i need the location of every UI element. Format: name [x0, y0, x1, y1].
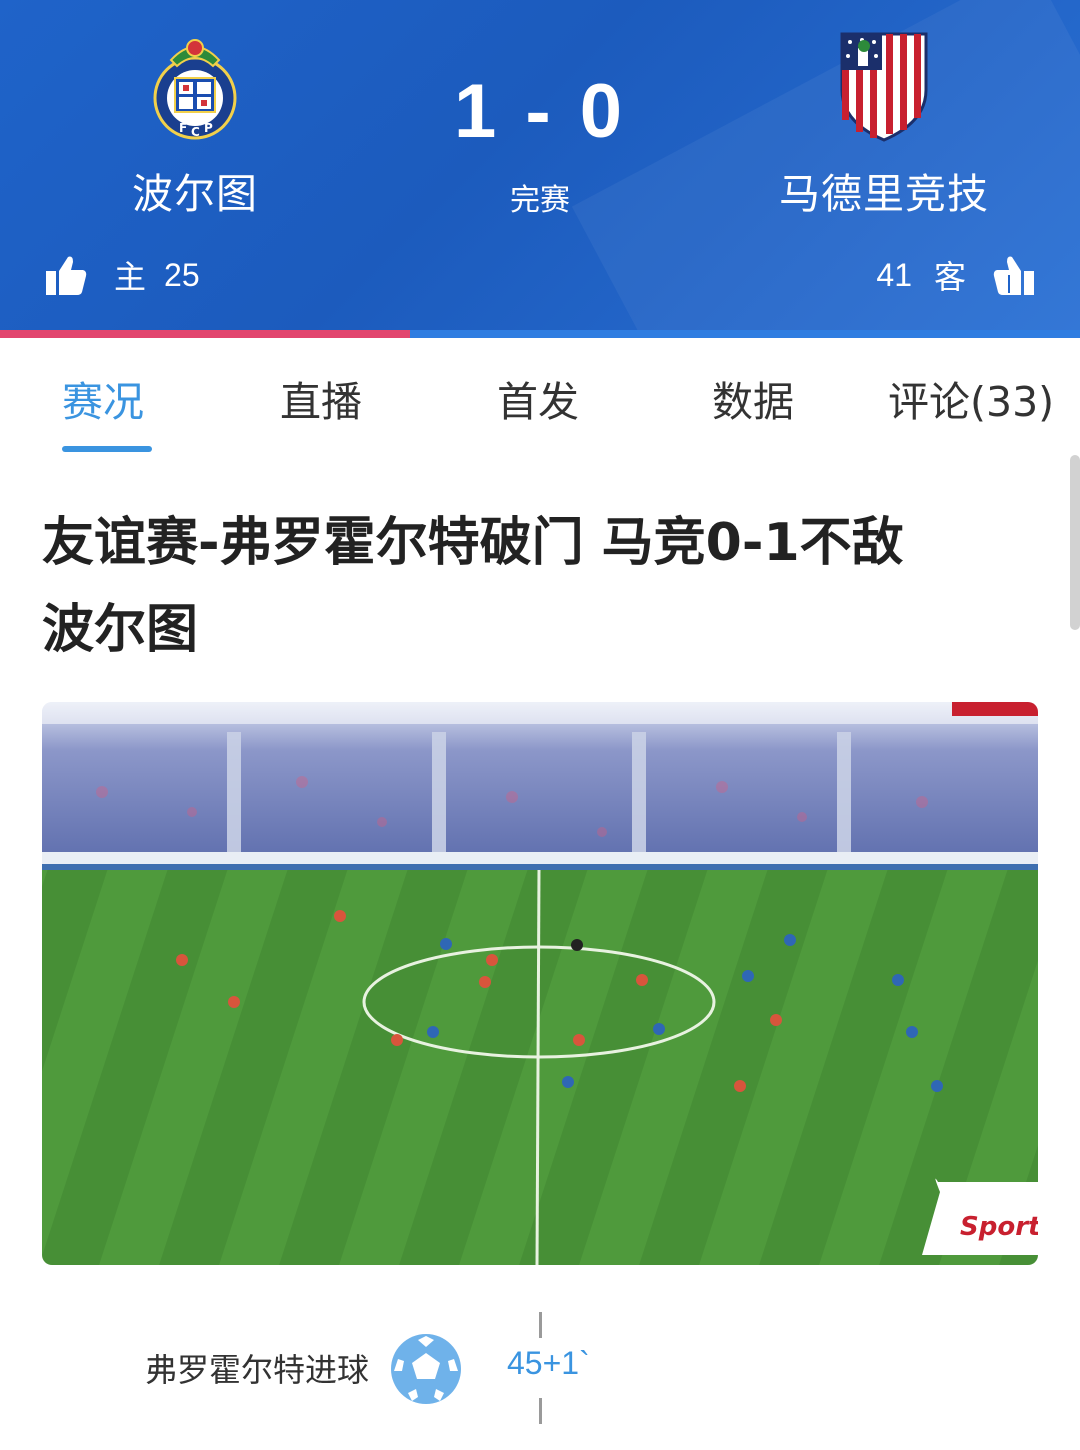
home-team[interactable]: F C P 波尔图 — [35, 30, 355, 220]
video-frame: Sport — [42, 702, 1038, 1265]
thumbs-up-icon[interactable] — [44, 253, 88, 297]
tab-comments[interactable]: 评论(33) — [888, 368, 1054, 428]
atletico-crest-icon — [840, 32, 928, 142]
active-tab-indicator — [62, 446, 152, 452]
headline-line-1: 友谊赛-弗罗霍尔特破门 马竞0-1不敌 — [42, 513, 904, 573]
home-vote[interactable]: 主 25 — [44, 250, 200, 300]
porto-crest-icon: F C P — [153, 39, 237, 140]
match-tabs: 赛况 直播 首发 数据 评论(33) — [0, 338, 1080, 458]
article-headline: 友谊赛-弗罗霍尔特破门 马竞0-1不敌 波尔图 — [42, 500, 1032, 674]
away-team[interactable]: 马德里竞技 — [724, 30, 1044, 220]
tab-live[interactable]: 直播 — [280, 368, 362, 428]
broadcaster-logo: Sport — [960, 1212, 1038, 1242]
soccer-ball-icon — [391, 1334, 461, 1404]
home-vote-label: 主 — [114, 258, 147, 296]
svg-text:C: C — [191, 125, 200, 139]
headline-line-2: 波尔图 — [42, 600, 199, 660]
away-vote-count: 41 — [876, 256, 912, 293]
svg-text:F: F — [179, 121, 187, 135]
match-status: 完赛 — [510, 183, 570, 218]
match-score: 1 - 0 — [453, 69, 627, 154]
home-vote-share — [0, 330, 411, 338]
home-team-name: 波尔图 — [132, 170, 258, 218]
vote-ratio-bar — [0, 330, 1080, 338]
event-description: 弗罗霍尔特进球 — [145, 1351, 370, 1389]
match-header: F C P 波尔图 1 - 0 完赛 马德里竞技 主 25 41 客 — [0, 0, 1080, 330]
tab-overview[interactable]: 赛况 — [62, 368, 144, 428]
scrollbar[interactable] — [1070, 455, 1080, 630]
timeline-line — [539, 1312, 542, 1338]
away-vote-share — [410, 330, 1080, 338]
event-minute: 45+1` — [507, 1345, 590, 1381]
away-vote-label: 客 — [933, 258, 966, 296]
home-vote-count: 25 — [164, 256, 200, 293]
away-team-name: 马德里竞技 — [779, 170, 989, 218]
away-vote[interactable]: 41 客 — [876, 250, 1036, 300]
tab-stats[interactable]: 数据 — [712, 368, 794, 428]
tab-lineup[interactable]: 首发 — [497, 368, 579, 428]
thumbs-up-icon[interactable] — [992, 253, 1036, 297]
match-video[interactable]: Sport — [42, 702, 1038, 1265]
timeline-line — [539, 1398, 542, 1424]
svg-text:P: P — [204, 121, 213, 135]
